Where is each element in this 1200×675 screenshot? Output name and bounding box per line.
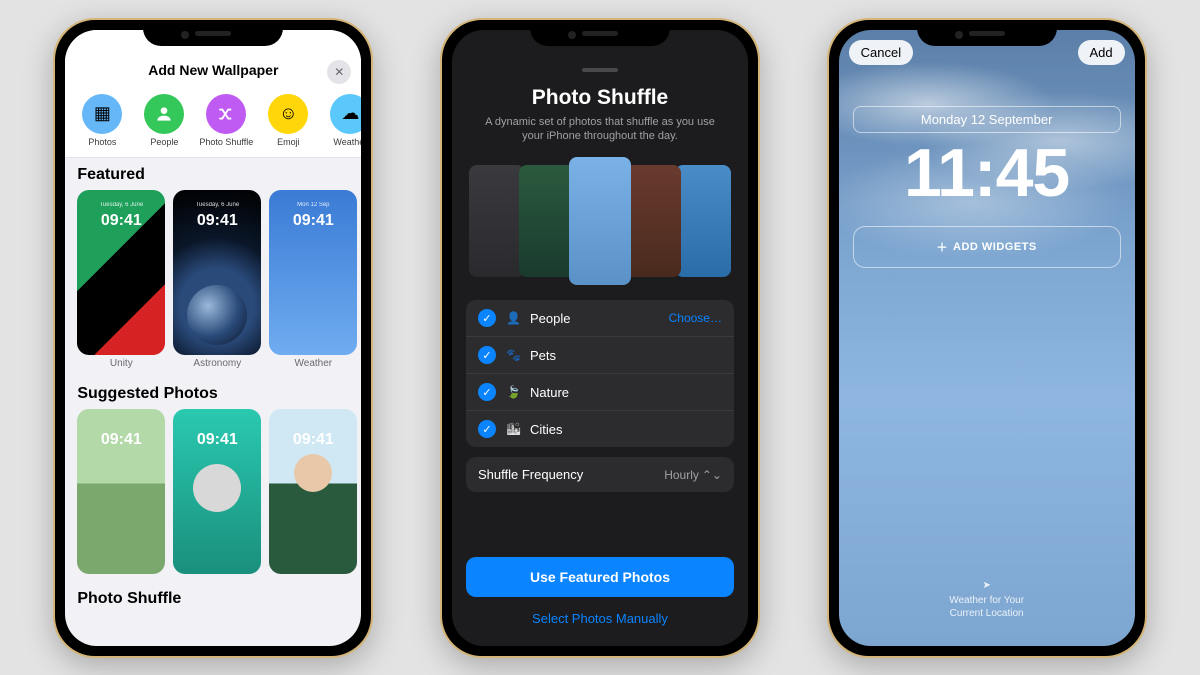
option-cities[interactable]: ✓ 🏙 Cities	[466, 411, 734, 447]
check-icon: ✓	[478, 420, 496, 438]
suggested-section: Suggested Photos 09:41 09:41 09:41	[65, 377, 361, 582]
category-row[interactable]: ▦Photos People Photo Shuffle ☺Emoji ☁Wea…	[65, 86, 361, 159]
preview-tile	[625, 165, 681, 277]
shuffle-section: Photo Shuffle	[65, 582, 361, 622]
preview-tile	[469, 165, 525, 277]
option-pets[interactable]: ✓ 🐾 Pets	[466, 337, 734, 374]
suggested-title: Suggested Photos	[77, 385, 349, 403]
add-widgets-button[interactable]: ＋ ADD WIDGETS	[853, 226, 1121, 268]
emoji-icon: ☺	[268, 94, 308, 134]
close-icon: ✕	[334, 65, 344, 79]
sheet-grabber[interactable]	[582, 68, 618, 72]
shuffle-frequency-row[interactable]: Shuffle Frequency Hourly ⌃⌄	[466, 457, 734, 492]
lockscreen-date[interactable]: Monday 12 September	[853, 106, 1121, 133]
option-nature[interactable]: ✓ 🍃 Nature	[466, 374, 734, 411]
featured-title: Featured	[77, 166, 349, 184]
option-label: Nature	[530, 385, 569, 400]
choose-link[interactable]: Choose…	[669, 311, 722, 325]
phone-mockup-3: Cancel Add Monday 12 September 11:45 ＋ A…	[827, 18, 1147, 658]
select-manually-link[interactable]: Select Photos Manually	[466, 605, 734, 632]
featured-unity[interactable]: Tuesday, 6 June09:41 Unity	[77, 190, 165, 369]
use-featured-button[interactable]: Use Featured Photos	[466, 557, 734, 597]
location-icon: ➤	[839, 579, 1135, 592]
sheet-title: Add New Wallpaper	[148, 62, 278, 78]
phone-mockup-2: Photo Shuffle A dynamic set of photos th…	[440, 18, 760, 658]
add-wallpaper-screen: Add New Wallpaper ✕ ▦Photos People Photo…	[65, 30, 361, 646]
phone-mockup-1: Add New Wallpaper ✕ ▦Photos People Photo…	[53, 18, 373, 658]
nature-icon: 🍃	[506, 385, 522, 399]
suggested-photo-2[interactable]: 09:41	[173, 409, 261, 574]
suggested-thumbs[interactable]: 09:41 09:41 09:41	[77, 409, 349, 574]
preview-tile	[675, 165, 731, 277]
people-icon: 👤	[506, 311, 522, 325]
preview-tiles	[466, 156, 734, 286]
lockscreen-time[interactable]: 11:45	[839, 134, 1135, 212]
category-weather[interactable]: ☁Weather	[323, 94, 361, 148]
notch	[143, 20, 283, 46]
category-photos[interactable]: ▦Photos	[75, 94, 129, 148]
add-button[interactable]: Add	[1078, 40, 1125, 65]
plus-icon: ＋	[937, 239, 949, 255]
photo-shuffle-subtitle: A dynamic set of photos that shuffle as …	[466, 115, 734, 157]
weather-caption: ➤ Weather for Your Current Location	[839, 579, 1135, 620]
featured-weather[interactable]: Mon 12 Sep09:41 Weather	[269, 190, 357, 369]
lockscreen-editor: Cancel Add Monday 12 September 11:45 ＋ A…	[839, 30, 1135, 646]
suggested-photo-1[interactable]: 09:41	[77, 409, 165, 574]
suggested-photo-3[interactable]: 09:41	[269, 409, 357, 574]
featured-section: Featured Tuesday, 6 June09:41 Unity Tues…	[65, 158, 361, 377]
photos-icon: ▦	[82, 94, 122, 134]
preview-tile	[519, 165, 575, 277]
notch	[917, 20, 1057, 46]
check-icon: ✓	[478, 383, 496, 401]
close-button[interactable]: ✕	[327, 60, 351, 84]
category-shuffle[interactable]: Photo Shuffle	[199, 94, 253, 148]
cancel-button[interactable]: Cancel	[849, 40, 913, 65]
option-label: Pets	[530, 348, 556, 363]
frequency-label: Shuffle Frequency	[478, 467, 583, 482]
option-label: Cities	[530, 422, 563, 437]
category-emoji[interactable]: ☺Emoji	[261, 94, 315, 148]
shuffle-icon	[206, 94, 246, 134]
category-people[interactable]: People	[137, 94, 191, 148]
shuffle-title: Photo Shuffle	[77, 590, 349, 608]
people-icon	[144, 94, 184, 134]
pets-icon: 🐾	[506, 348, 522, 362]
add-widgets-label: ADD WIDGETS	[953, 241, 1037, 253]
notch	[530, 20, 670, 46]
option-people[interactable]: ✓ 👤 People Choose…	[466, 300, 734, 337]
frequency-value: Hourly ⌃⌄	[664, 468, 722, 482]
check-icon: ✓	[478, 346, 496, 364]
preview-tile-main	[569, 157, 631, 285]
cities-icon: 🏙	[506, 422, 522, 436]
option-label: People	[530, 311, 570, 326]
featured-thumbs[interactable]: Tuesday, 6 June09:41 Unity Tuesday, 6 Ju…	[77, 190, 349, 369]
photo-shuffle-title: Photo Shuffle	[466, 86, 734, 110]
check-icon: ✓	[478, 309, 496, 327]
featured-astronomy[interactable]: Tuesday, 6 June09:41 Astronomy	[173, 190, 261, 369]
photo-shuffle-screen: Photo Shuffle A dynamic set of photos th…	[452, 30, 748, 646]
chevron-updown-icon: ⌃⌄	[702, 468, 722, 482]
weather-icon: ☁	[330, 94, 361, 134]
category-options: ✓ 👤 People Choose… ✓ 🐾 Pets ✓ 🍃 Nature ✓…	[466, 300, 734, 447]
